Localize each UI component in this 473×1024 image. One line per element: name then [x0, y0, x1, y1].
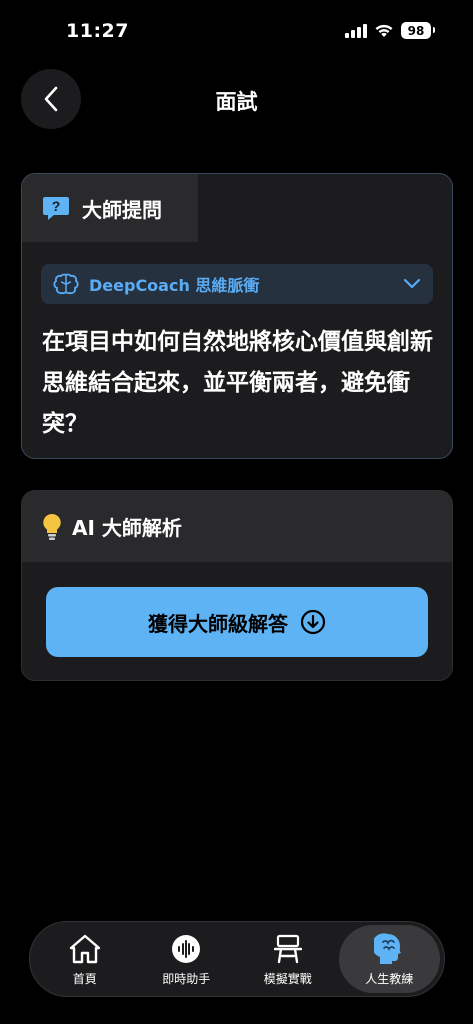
status-time: 11:27 [66, 20, 129, 42]
tab-live-assistant[interactable]: 即時助手 [136, 925, 238, 993]
brain-head-icon [372, 932, 406, 966]
battery-indicator: 98 [401, 22, 435, 39]
question-tab-label: 大師提問 [82, 197, 162, 222]
tab-mock-practice-label: 模擬實戰 [263, 971, 312, 986]
deepcoach-dropdown[interactable]: DeepCoach 思維脈衝 [41, 264, 433, 304]
tab-life-coach[interactable]: 人生教練 [338, 925, 440, 993]
tab-live-assistant-label: 即時助手 [162, 971, 211, 986]
tab-mock-practice[interactable]: 模擬實戰 [237, 925, 339, 993]
wifi-icon [375, 24, 393, 37]
download-circle-icon [300, 609, 326, 635]
analysis-header: AI 大師解析 [22, 491, 452, 562]
status-icons: 98 [345, 22, 435, 39]
chevron-down-icon [403, 278, 421, 289]
status-bar: 11:27 98 [0, 0, 473, 60]
cellular-signal-icon [345, 23, 367, 38]
lightbulb-icon [43, 513, 61, 540]
question-card: ? 大師提問 DeepCoach 思維脈衝 在項目中如何自然地將核心價值與創新思… [21, 173, 453, 459]
analysis-card: AI 大師解析 獲得大師級解答 [21, 490, 453, 681]
deepcoach-label: DeepCoach 思維脈衝 [89, 276, 260, 295]
voice-wave-icon [169, 932, 203, 966]
page-title: 面試 [215, 90, 258, 114]
question-tab: ? 大師提問 [22, 174, 198, 242]
brain-icon [53, 273, 79, 295]
analysis-title: AI 大師解析 [72, 516, 182, 540]
tab-home-label: 首頁 [72, 971, 97, 986]
tab-life-coach-label: 人生教練 [365, 971, 414, 986]
question-bubble-icon: ? [43, 197, 69, 220]
question-text: 在項目中如何自然地將核心價值與創新思維結合起來，並平衡兩者，避免衝突？ [42, 329, 433, 437]
podium-icon [271, 932, 305, 966]
bottom-tab-bar: 首頁 即時助手 模擬實戰 人生教練 [29, 921, 445, 997]
answer-button-label: 獲得大師級解答 [148, 611, 288, 636]
home-icon [68, 932, 102, 966]
get-master-answer-button[interactable]: 獲得大師級解答 [46, 587, 428, 657]
tab-home[interactable]: 首頁 [34, 925, 136, 993]
svg-text:?: ? [52, 198, 61, 214]
